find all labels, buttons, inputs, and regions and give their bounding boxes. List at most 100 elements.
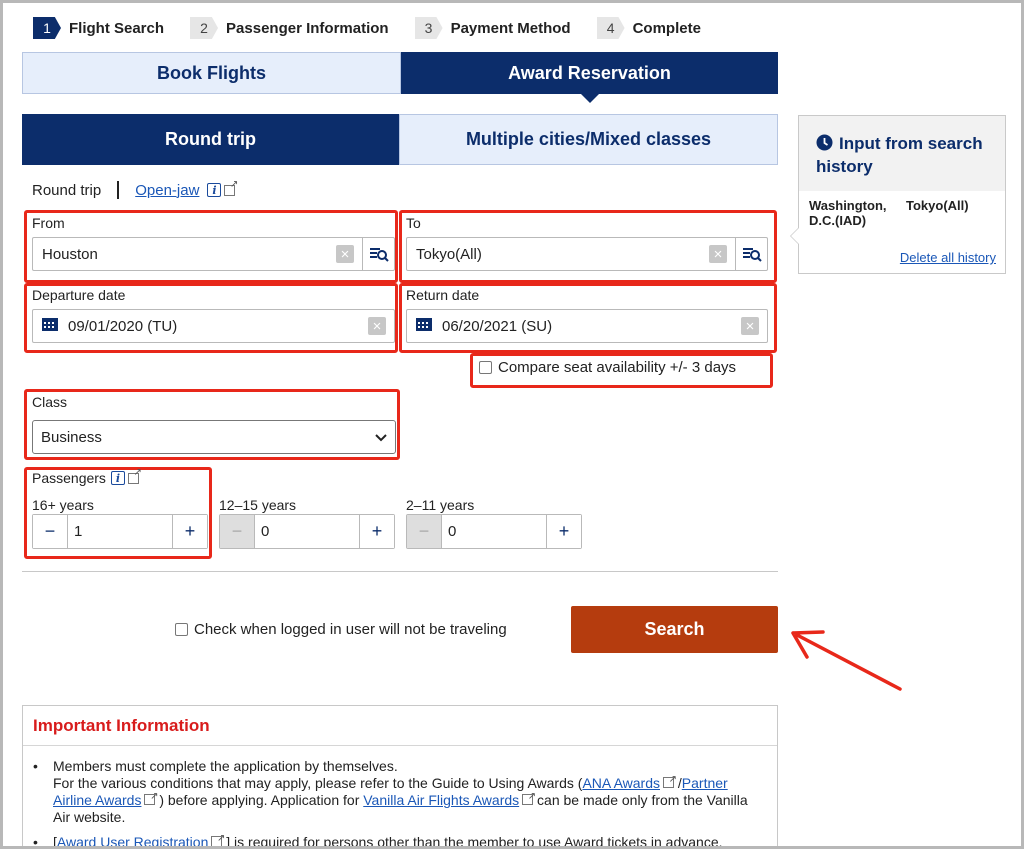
history-from: Washington, D.C.(IAD) (809, 198, 887, 228)
increment-button[interactable]: + (173, 515, 207, 548)
not-traveling-option[interactable]: Check when logged in user will not be tr… (175, 621, 507, 638)
booking-type-tabs: Book Flights Award Reservation (22, 52, 778, 103)
step-number: 1 (33, 17, 61, 39)
youth-stepper[interactable]: − 0 + (219, 514, 395, 549)
step-label: Passenger Information (226, 19, 389, 37)
info-icon[interactable]: i (207, 183, 222, 197)
external-link-icon (144, 788, 158, 805)
divider (117, 181, 120, 199)
tab-round-trip[interactable]: Round trip (22, 114, 399, 165)
divider (22, 571, 778, 572)
class-select[interactable]: Business (32, 420, 396, 454)
from-label: From (32, 215, 65, 231)
youth-count[interactable]: 0 (254, 515, 360, 548)
page-frame: 1 Flight Search 2 Passenger Information … (3, 3, 1021, 846)
child-stepper[interactable]: − 0 + (406, 514, 582, 549)
external-link-icon (211, 830, 225, 846)
step-2: 2 Passenger Information (190, 17, 389, 39)
tab-award-reservation[interactable]: Award Reservation (401, 52, 778, 103)
return-value: 06/20/2021 (SU) (442, 317, 553, 335)
to-field[interactable]: Tokyo(All) × (406, 237, 768, 271)
progress-steps: 1 Flight Search 2 Passenger Information … (33, 15, 727, 41)
adult-label: 16+ years (32, 497, 94, 513)
departure-date-field[interactable]: 09/01/2020 (TU) × (32, 309, 395, 343)
trip-type-tabs: Round trip Multiple cities/Mixed classes (22, 114, 778, 165)
text: ] is required for persons other than the… (226, 834, 723, 846)
step-label: Complete (632, 19, 701, 37)
calendar-icon[interactable] (41, 316, 59, 336)
tab-multiple-cities[interactable]: Multiple cities/Mixed classes (399, 114, 778, 165)
round-trip-option: Round trip (32, 181, 102, 199)
chevron-down-icon (375, 429, 387, 446)
important-list: Members must complete the application by… (23, 746, 777, 846)
step-number: 2 (190, 17, 219, 39)
youth-label: 12–15 years (219, 497, 297, 513)
search-button[interactable]: Search (571, 606, 778, 653)
adult-count[interactable]: 1 (67, 515, 173, 548)
child-label: 2–11 years (406, 497, 475, 513)
passengers-heading: Passengers i (32, 467, 142, 487)
compare-option[interactable]: Compare seat availability +/- 3 days (479, 359, 736, 376)
decrement-button[interactable]: − (220, 515, 254, 548)
return-date-field[interactable]: 06/20/2021 (SU) × (406, 309, 768, 343)
important-title: Important Information (23, 706, 777, 746)
step-4: 4 Complete (596, 17, 701, 39)
not-traveling-label: Check when logged in user will not be tr… (194, 621, 507, 638)
airport-search-icon[interactable] (735, 238, 767, 270)
text: Members must complete the application by… (53, 758, 398, 774)
step-3: 3 Payment Method (414, 17, 571, 39)
annotation-arrow-icon (791, 630, 902, 691)
clear-icon[interactable]: × (741, 317, 759, 335)
step-label: Payment Method (450, 19, 571, 37)
history-header: Input from search history (799, 116, 1005, 191)
clear-icon[interactable]: × (709, 245, 727, 263)
list-item: Members must complete the application by… (33, 758, 765, 826)
clear-icon[interactable]: × (336, 245, 354, 263)
from-value: Houston (42, 245, 98, 263)
important-information: Important Information Members must compl… (22, 705, 778, 846)
to-label: To (406, 215, 421, 231)
to-value: Tokyo(All) (416, 245, 482, 263)
info-icon[interactable]: i (110, 471, 125, 485)
calendar-icon[interactable] (415, 316, 433, 336)
class-label: Class (32, 394, 68, 410)
history-entry[interactable]: Washington, D.C.(IAD) Tokyo(All) (799, 191, 1005, 228)
adult-stepper[interactable]: − 1 + (32, 514, 208, 549)
external-link-icon (522, 788, 536, 805)
decrement-button[interactable]: − (407, 515, 441, 548)
departure-value: 09/01/2020 (TU) (68, 317, 178, 335)
external-link-icon (663, 771, 677, 788)
delete-history-link[interactable]: Delete all history (900, 250, 996, 265)
list-item: [Award User Registration ] is required f… (33, 830, 765, 846)
tab-book-flights[interactable]: Book Flights (22, 52, 401, 94)
external-link-icon (127, 467, 142, 484)
clock-icon (816, 134, 833, 156)
increment-button[interactable]: + (360, 515, 394, 548)
history-to: Tokyo(All) (906, 198, 969, 213)
compare-checkbox[interactable] (479, 361, 492, 374)
clear-icon[interactable]: × (368, 317, 386, 335)
search-history-panel: Input from search history Washington, D.… (790, 115, 1006, 274)
passengers-label: Passengers (32, 470, 106, 486)
external-link-icon (224, 179, 238, 196)
history-title: Input from search history (816, 134, 983, 176)
step-number: 3 (414, 17, 443, 39)
departure-label: Departure date (32, 287, 126, 303)
award-user-registration-link[interactable]: Award User Registration (57, 834, 208, 846)
return-label: Return date (406, 287, 480, 303)
step-1: 1 Flight Search (33, 17, 164, 39)
text: For the various conditions that may appl… (53, 775, 583, 791)
class-value: Business (41, 428, 102, 446)
step-label: Flight Search (69, 19, 165, 37)
vanilla-awards-link[interactable]: Vanilla Air Flights Awards (363, 792, 519, 808)
not-traveling-checkbox[interactable] (175, 623, 188, 636)
step-number: 4 (596, 17, 625, 39)
from-field[interactable]: Houston × (32, 237, 395, 271)
airport-search-icon[interactable] (362, 238, 394, 270)
child-count[interactable]: 0 (441, 515, 547, 548)
trip-subtype: Round trip Open-jaw i (32, 179, 238, 199)
decrement-button[interactable]: − (33, 515, 67, 548)
ana-awards-link[interactable]: ANA Awards (582, 775, 660, 791)
open-jaw-link[interactable]: Open-jaw (135, 182, 199, 199)
increment-button[interactable]: + (547, 515, 581, 548)
